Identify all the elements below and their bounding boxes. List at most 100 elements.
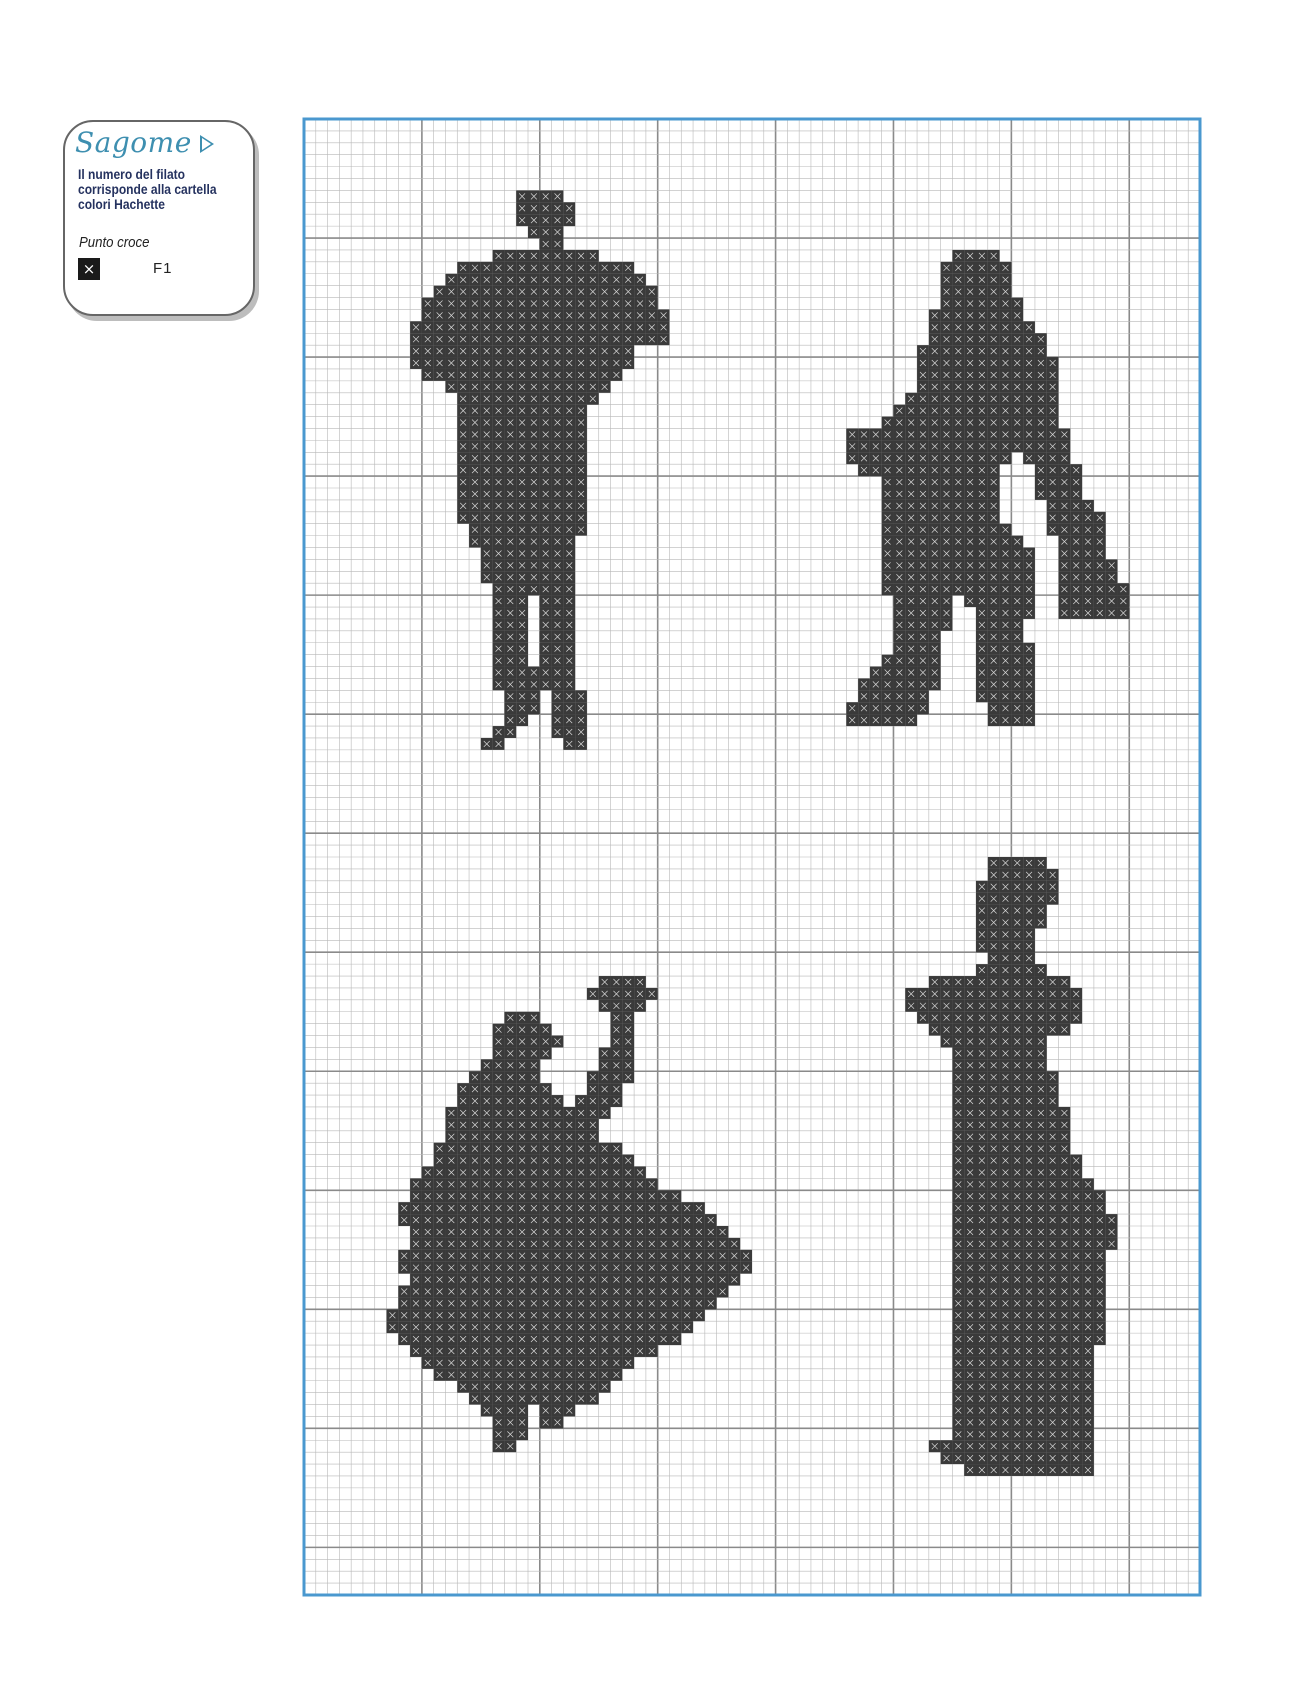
stitch-cell [433, 1226, 446, 1238]
stitch-cell [634, 285, 646, 298]
stitch-cell [516, 559, 528, 572]
stitch-cell [704, 1261, 717, 1274]
stitch-cell [940, 357, 953, 369]
stitch-cell [539, 1333, 552, 1346]
stitch-cell [504, 1321, 517, 1334]
stitch-cell [586, 345, 599, 358]
stitch-cell [504, 535, 517, 548]
stitch-cell [999, 416, 1012, 429]
stitch-cell [469, 1202, 481, 1215]
stitch-cell [551, 1106, 564, 1119]
stitch-cell [1011, 416, 1024, 429]
stitch-cell [1034, 357, 1047, 369]
stitch-cell [504, 1226, 517, 1238]
stitch-cell [952, 249, 965, 262]
stitch-cell [433, 1368, 446, 1381]
stitch-cell [563, 1249, 576, 1262]
stitch-cell [504, 333, 517, 346]
stitch-cell [598, 1309, 611, 1322]
stitch-cell [433, 285, 446, 298]
stitch-cell [551, 1130, 564, 1143]
stitch-cell [987, 404, 1000, 417]
stitch-cell [421, 1356, 434, 1369]
stitch-cell [622, 1333, 635, 1346]
stitch-cell [410, 1309, 422, 1322]
stitch-cell [539, 226, 552, 239]
stitch-cell [1105, 595, 1118, 608]
stitch-cell [1023, 559, 1035, 572]
stitch-cell [457, 345, 470, 358]
stitch-cell [1046, 440, 1059, 453]
stitch-cell [586, 987, 599, 1000]
stitch-cell [645, 1249, 658, 1262]
stitch-cell [917, 642, 929, 655]
stitch-cell [445, 1130, 458, 1143]
stitch-cell [740, 1261, 752, 1274]
stitch-cell [410, 1214, 422, 1226]
stitch-cell [516, 1368, 528, 1381]
stitch-cell [987, 297, 1000, 310]
stitch-cell [964, 368, 976, 381]
stitch-cell [551, 618, 564, 631]
stitch-cell [987, 321, 1000, 334]
stitch-cell [987, 464, 1000, 477]
stitch-cell [563, 1368, 576, 1381]
stitch-cell [610, 1095, 623, 1107]
stitch-cell [445, 357, 458, 369]
stitch-cell [504, 1083, 517, 1096]
stitch-cell [516, 285, 528, 298]
stitch-cell [1034, 464, 1047, 477]
stitch-cell [575, 428, 587, 441]
stitch-cell [976, 345, 988, 358]
stitch-cell [928, 535, 941, 548]
stitch-cell [492, 654, 505, 667]
stitch-cell [1011, 618, 1024, 631]
stitch-cell [905, 523, 918, 536]
stitch-cell [1117, 595, 1130, 608]
stitch-cell [964, 273, 976, 286]
stitch-cell [539, 1249, 552, 1262]
stitch-cell [610, 1261, 623, 1274]
stitch-cell [1034, 440, 1047, 453]
stitch-cell [999, 571, 1012, 584]
stitch-cell [669, 1333, 682, 1346]
stitch-cell [445, 1154, 458, 1167]
stitch-cell [539, 559, 552, 572]
stitch-cell [551, 607, 564, 619]
stitch-cell [905, 583, 918, 596]
stitch-cell [516, 642, 528, 655]
stitch-cell [586, 1333, 599, 1346]
stitch-cell [952, 428, 965, 441]
stitch-cell [504, 1273, 517, 1286]
stitch-cell [964, 333, 976, 346]
stitch-cell [504, 1059, 517, 1072]
stitch-cell [976, 285, 988, 298]
stitch-cell [657, 1190, 670, 1203]
stitch-cell [528, 1285, 540, 1298]
stitch-cell [976, 499, 988, 512]
stitch-cell [575, 726, 587, 738]
stitch-cell [539, 1142, 552, 1155]
stitch-cell [528, 440, 540, 453]
stitch-cell [528, 1309, 540, 1322]
stitch-cell [528, 523, 540, 536]
stitch-cell [999, 333, 1012, 346]
stitch-cell [492, 678, 505, 691]
stitch-cell [575, 1178, 587, 1191]
stitch-cell [528, 559, 540, 572]
stitch-cell [563, 214, 576, 227]
stitch-cell [1046, 464, 1059, 477]
stitch-cell [457, 488, 470, 500]
stitch-cell [586, 321, 599, 334]
stitch-cell [539, 214, 552, 227]
stitch-cell [539, 452, 552, 465]
stitch-cell [445, 368, 458, 381]
stitch-cell [598, 1261, 611, 1274]
stitch-cell [869, 702, 882, 715]
stitch-cell [539, 1130, 552, 1143]
stitch-cell [1034, 345, 1047, 358]
stitch-cell [1034, 416, 1047, 429]
stitch-cell [433, 1333, 446, 1346]
stitch-cell [516, 1285, 528, 1298]
stitch-cell [516, 1083, 528, 1096]
